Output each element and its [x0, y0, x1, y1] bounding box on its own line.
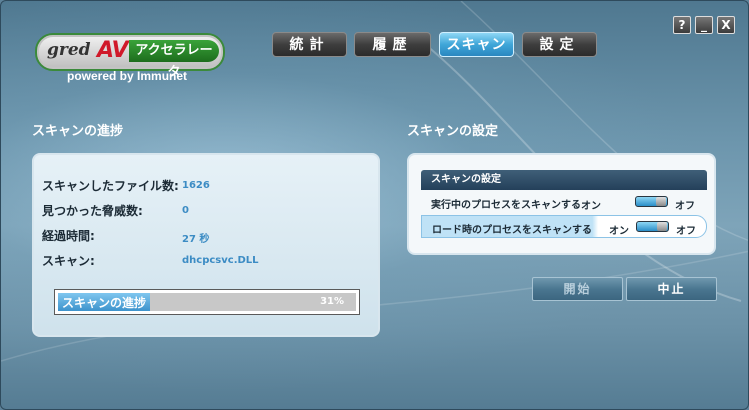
progress-bar-label: スキャンの進捗	[62, 296, 147, 310]
powered-by-text: powered by Immunet	[67, 69, 188, 83]
progress-track: スキャンの進捗 31%	[58, 293, 356, 311]
scanning-file-value: dhcpcsvc.DLL	[182, 255, 259, 266]
scan-settings-panel: スキャンの設定 実行中のプロセスをスキャンする オン オフ ロード時のプロセスを…	[407, 153, 716, 255]
tab-statistics[interactable]: 統計	[272, 32, 347, 57]
logo-gred-text: gred	[47, 40, 91, 60]
stop-button[interactable]: 中止	[626, 277, 717, 301]
on-label: オン	[581, 201, 601, 212]
setting-label-load-process: ロード時のプロセスをスキャンする	[432, 225, 592, 236]
setting-label-running-process: 実行中のプロセスをスキャンする	[431, 200, 581, 211]
logo-accelerator-text: アクセラレータ	[129, 40, 219, 80]
close-button[interactable]: X	[717, 16, 735, 34]
toggle-knob	[656, 197, 666, 206]
progress-percent: 31%	[320, 296, 344, 307]
scan-progress-bar: スキャンの進捗 31%	[54, 289, 360, 315]
toggle-knob	[657, 222, 667, 231]
setting-row-load-process: ロード時のプロセスをスキャンする オン オフ	[421, 215, 707, 238]
scan-progress-title: スキャンの進捗	[32, 124, 124, 139]
logo-av-text: AV	[97, 38, 129, 63]
on-label: オン	[609, 226, 629, 237]
scan-progress-panel: スキャンしたファイル数: 1626 見つかった脅威数: 0 経過時間: 27 秒…	[32, 153, 380, 337]
help-button[interactable]: ?	[673, 16, 691, 34]
settings-header: スキャンの設定	[421, 170, 707, 190]
files-scanned-label: スキャンしたファイル数:	[42, 179, 179, 193]
scanning-file-label: スキャン:	[42, 254, 95, 268]
minimize-button[interactable]: _	[695, 16, 713, 34]
off-label: オフ	[676, 226, 696, 237]
tab-settings[interactable]: 設定	[522, 32, 597, 57]
tab-history[interactable]: 履歴	[354, 32, 431, 57]
start-button[interactable]: 開始	[532, 277, 623, 301]
setting-row-running-process: 実行中のプロセスをスキャンする オン オフ	[421, 191, 707, 214]
toggle-running-process[interactable]	[635, 196, 668, 207]
elapsed-time-label: 経過時間:	[42, 229, 95, 243]
gred-av-logo: gred AV アクセラレータ	[35, 33, 225, 80]
threats-found-value: 0	[182, 205, 189, 216]
app-window: gred AV アクセラレータ powered by Immunet 統計 履歴…	[0, 0, 749, 410]
off-label: オフ	[675, 201, 695, 212]
files-scanned-value: 1626	[182, 180, 210, 191]
threats-found-label: 見つかった脅威数:	[42, 204, 143, 218]
elapsed-time-value: 27 秒	[182, 234, 210, 245]
tab-scan[interactable]: スキャン	[439, 32, 514, 57]
toggle-load-process[interactable]	[636, 221, 669, 232]
scan-settings-title: スキャンの設定	[407, 124, 499, 139]
